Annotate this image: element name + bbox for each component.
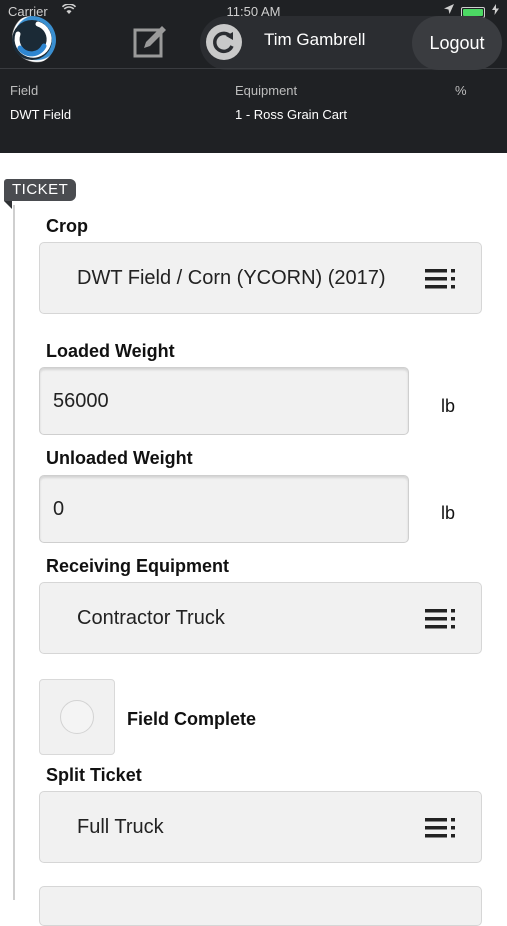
receiving-equipment-value: Contractor Truck bbox=[77, 607, 225, 629]
sync-icon bbox=[213, 31, 234, 54]
user-name: Tim Gambrell bbox=[264, 30, 366, 49]
next-field-box[interactable] bbox=[39, 886, 482, 926]
crop-label: Crop bbox=[46, 216, 88, 236]
edit-icon bbox=[133, 26, 166, 58]
loaded-weight-input[interactable]: 56000 bbox=[39, 367, 409, 435]
crop-select[interactable]: DWT Field / Corn (YCORN) (2017) bbox=[39, 242, 482, 314]
split-ticket-select[interactable]: Full Truck bbox=[39, 791, 482, 863]
edit-button[interactable] bbox=[130, 22, 170, 62]
receiving-equipment-label: Receiving Equipment bbox=[46, 556, 230, 576]
split-ticket-value: Full Truck bbox=[77, 816, 164, 838]
unloaded-weight-unit: lb bbox=[441, 503, 456, 523]
logout-button[interactable]: Logout bbox=[412, 16, 502, 70]
field-complete-checkbox[interactable] bbox=[39, 679, 115, 755]
sync-button[interactable] bbox=[206, 24, 242, 60]
percent-heading: % bbox=[455, 83, 467, 98]
menu-list-icon bbox=[425, 609, 455, 629]
field-heading: Field bbox=[10, 83, 39, 98]
split-ticket-label: Split Ticket bbox=[46, 765, 142, 785]
ticket-timeline bbox=[13, 205, 15, 900]
crop-value: DWT Field / Corn (YCORN) (2017) bbox=[77, 267, 386, 289]
field-value: DWT Field bbox=[10, 107, 72, 122]
ticket-tag: TICKET bbox=[4, 179, 77, 201]
loaded-weight-unit: lb bbox=[441, 396, 456, 416]
ticket-tag-tail bbox=[4, 201, 12, 209]
loaded-weight-value: 56000 bbox=[53, 390, 109, 412]
equipment-heading: Equipment bbox=[235, 83, 298, 98]
menu-list-icon bbox=[425, 818, 455, 838]
loaded-weight-label: Loaded Weight bbox=[46, 341, 175, 361]
app-logo bbox=[8, 16, 56, 64]
unloaded-weight-value: 0 bbox=[53, 498, 65, 520]
nav-bar: Tim Gambrell Logout bbox=[0, 10, 507, 70]
app-header: Carrier 11:50 AM Tim Gambrell Logout Fie… bbox=[0, 0, 507, 153]
unloaded-weight-label: Unloaded Weight bbox=[46, 448, 193, 468]
unloaded-weight-input[interactable]: 0 bbox=[39, 475, 409, 543]
menu-list-icon bbox=[425, 269, 455, 289]
receiving-equipment-select[interactable]: Contractor Truck bbox=[39, 582, 482, 654]
field-complete-label: Field Complete bbox=[127, 709, 257, 729]
equipment-value: 1 - Ross Grain Cart bbox=[235, 107, 347, 122]
info-summary: Field DWT Field Equipment 1 - Ross Grain… bbox=[0, 68, 507, 153]
checkbox-circle-icon bbox=[60, 700, 94, 734]
